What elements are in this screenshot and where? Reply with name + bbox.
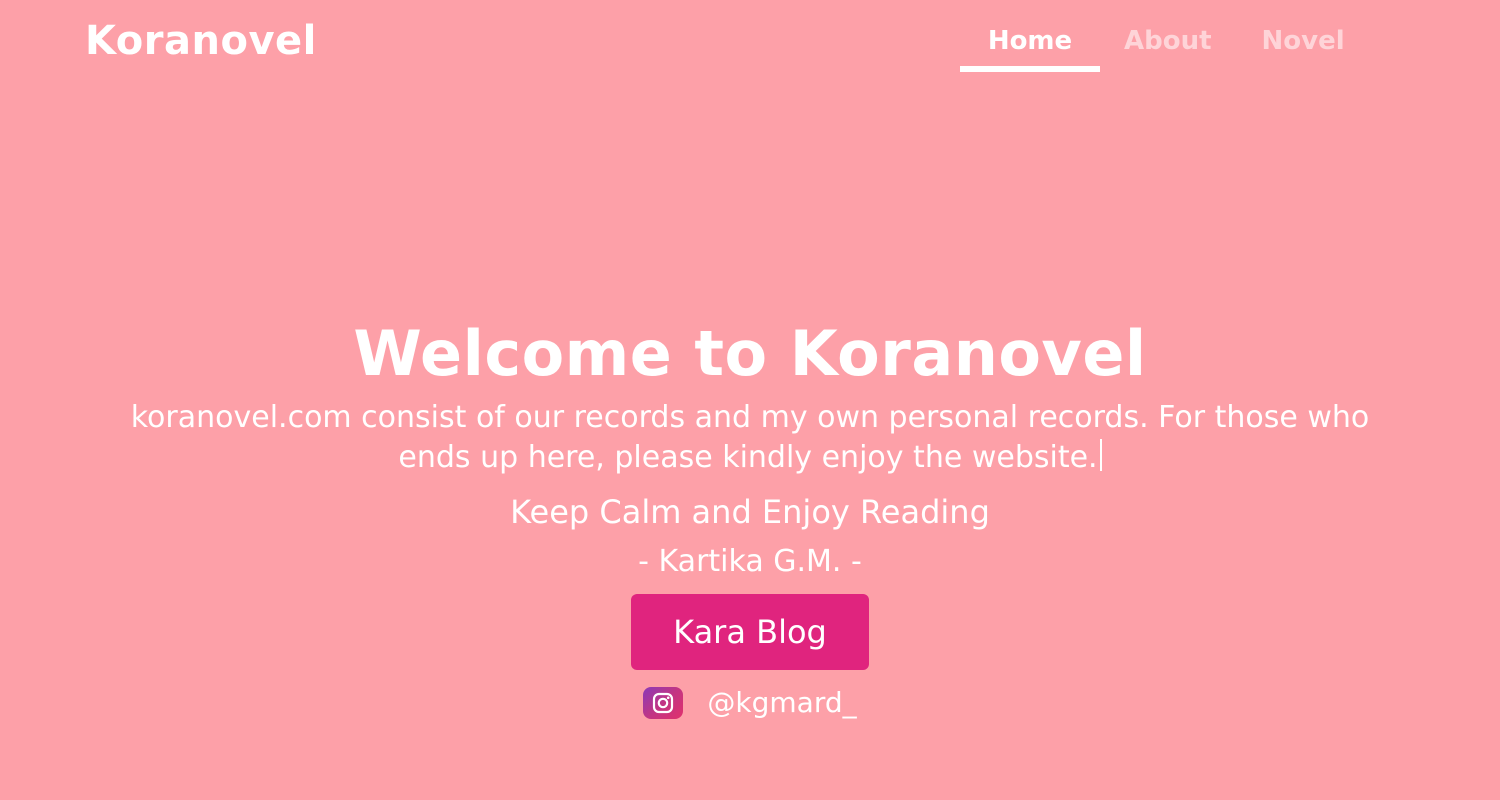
nav-about[interactable]: About [1124,26,1212,66]
site-logo[interactable]: Koranovel [85,18,317,64]
nav-novel[interactable]: Novel [1262,26,1345,66]
hero-quote: Keep Calm and Enjoy Reading [510,493,990,531]
hero-section: Welcome to Koranovel koranovel.com consi… [0,317,1500,720]
main-nav: Home About Novel [960,26,1345,72]
hero-description: koranovel.com consist of our records and… [130,400,1370,475]
hero-author: - Kartika G.M. - [638,544,862,579]
instagram-icon [643,686,684,719]
nav-home[interactable]: Home [960,26,1100,72]
hero-title: Welcome to Koranovel [353,317,1147,390]
kara-blog-button[interactable]: Kara Blog [631,594,869,670]
instagram-handle: @kgmard_ [707,686,857,719]
instagram-link[interactable]: @kgmard_ [0,686,1500,719]
typing-caret [1099,439,1102,471]
hero-description-block: koranovel.com consist of our records and… [130,398,1370,478]
